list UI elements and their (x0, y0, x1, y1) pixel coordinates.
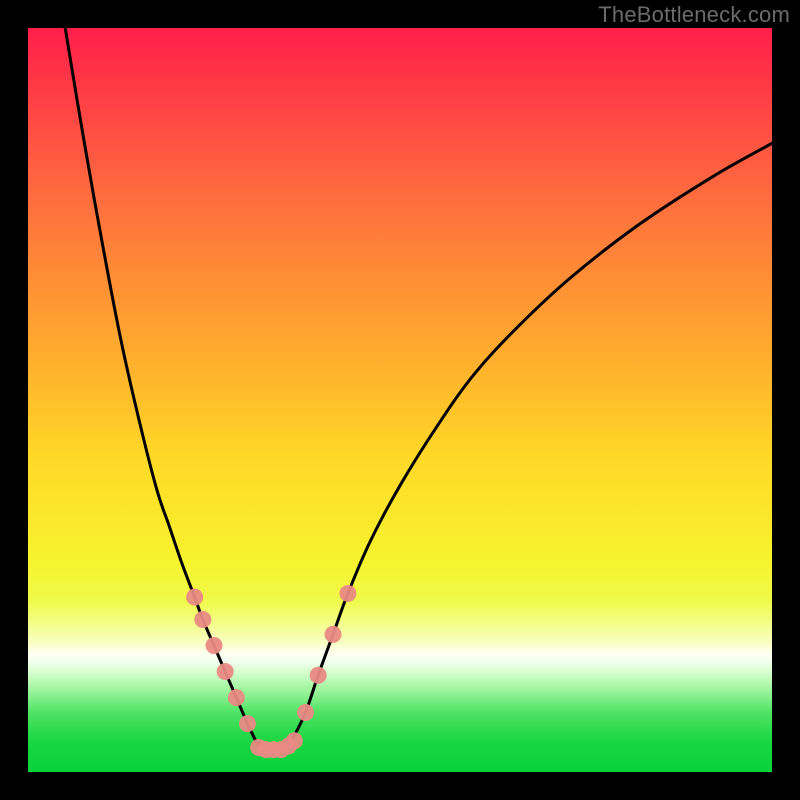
curve-layer (65, 28, 772, 750)
data-marker (286, 732, 303, 749)
data-marker (310, 667, 327, 684)
curve-left-curve (65, 28, 256, 742)
data-marker (217, 663, 234, 680)
data-marker (239, 715, 256, 732)
data-marker (297, 704, 314, 721)
chart-frame (28, 28, 772, 772)
data-marker (339, 585, 356, 602)
marker-layer (186, 585, 356, 758)
data-marker (186, 589, 203, 606)
data-marker (228, 689, 245, 706)
chart-svg (28, 28, 772, 772)
watermark-text: TheBottleneck.com (598, 2, 790, 28)
data-marker (206, 637, 223, 654)
data-marker (325, 626, 342, 643)
data-marker (194, 611, 211, 628)
curve-right-curve (293, 143, 772, 738)
